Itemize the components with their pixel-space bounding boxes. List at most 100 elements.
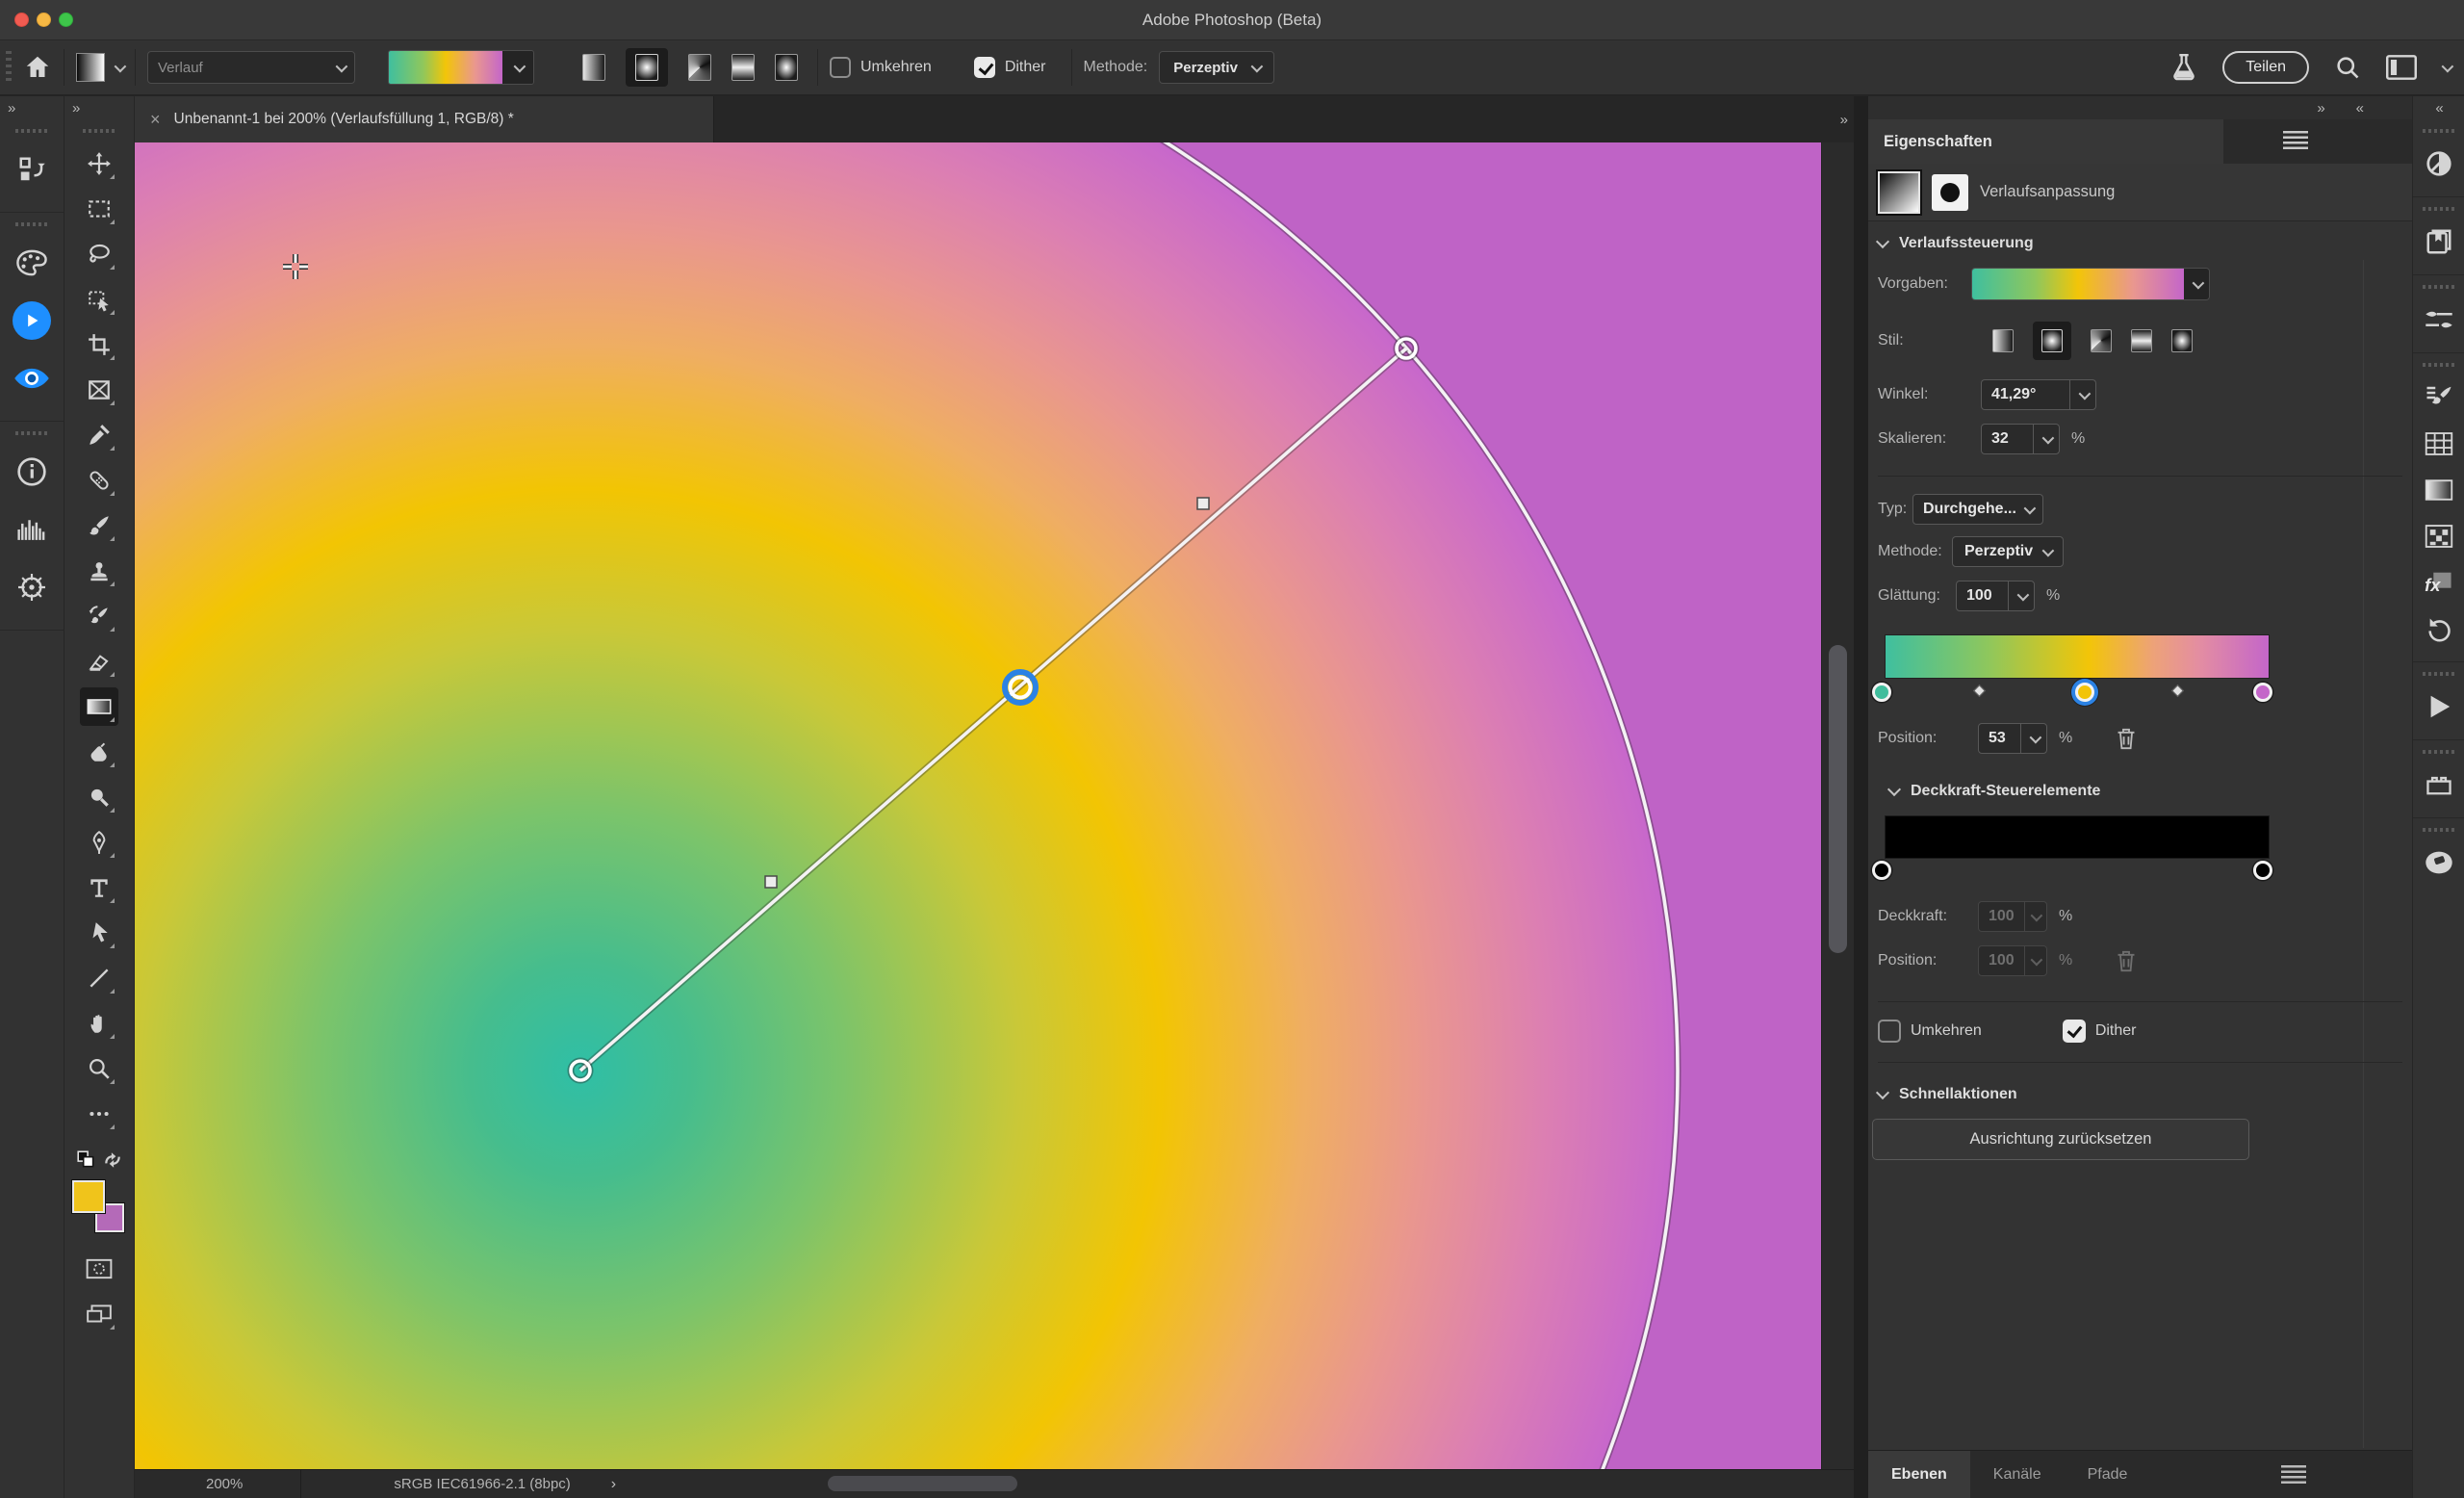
horizontal-scrollbar-thumb[interactable] xyxy=(828,1476,1017,1491)
dither-checkbox[interactable] xyxy=(974,57,995,78)
opacity-editor-bar[interactable] xyxy=(1885,815,2270,859)
type-dropdown[interactable]: Durchgehe... xyxy=(1912,494,2043,525)
swap-colors-icon[interactable] xyxy=(76,1149,122,1171)
canvas-area[interactable] xyxy=(135,142,1854,1469)
close-window-button[interactable] xyxy=(14,13,29,27)
brush-tool[interactable] xyxy=(80,506,118,545)
gradient-tool-selected[interactable] xyxy=(80,687,118,726)
workspace-switcher-icon[interactable] xyxy=(2386,55,2417,80)
panel-grip[interactable] xyxy=(2423,129,2455,133)
status-options-chevron[interactable]: › xyxy=(611,1476,616,1493)
panel-grip[interactable] xyxy=(2423,285,2455,289)
opacity-stop-left[interactable] xyxy=(1872,861,1891,880)
layer-styles-fx-icon[interactable]: fx xyxy=(2420,563,2458,602)
color-stop-yellow-selected[interactable] xyxy=(2075,683,2094,702)
history-brush-tool[interactable] xyxy=(80,597,118,635)
delete-stop-icon[interactable] xyxy=(2117,728,2136,750)
brushes-icon[interactable] xyxy=(2420,378,2458,417)
stop-position-field[interactable]: 53 xyxy=(1978,723,2047,754)
reflected-gradient-button[interactable] xyxy=(732,54,755,81)
smoothness-field[interactable]: 100 xyxy=(1956,581,2035,611)
style-angle-button[interactable] xyxy=(2091,329,2112,352)
gradient-midpoint-handle[interactable] xyxy=(1197,498,1209,509)
swatches-grid-icon[interactable] xyxy=(2420,425,2458,463)
right-strip-expand[interactable]: « xyxy=(2413,96,2464,119)
section-opacity-controls[interactable]: Deckkraft-Steuerelemente xyxy=(1868,783,2412,800)
left-strip-expand[interactable]: » xyxy=(0,96,64,119)
panel-method-dropdown[interactable]: Perzeptiv xyxy=(1952,536,2064,567)
angle-gradient-button[interactable] xyxy=(688,54,711,81)
panel-grip[interactable] xyxy=(15,222,48,226)
type-tool[interactable] xyxy=(80,868,118,907)
options-bar-grip[interactable] xyxy=(6,51,12,84)
object-selection-tool[interactable] xyxy=(80,280,118,319)
gradient-midpoint-handle[interactable] xyxy=(765,876,777,888)
gradient-preview-dropdown[interactable] xyxy=(388,50,534,85)
marquee-tool[interactable] xyxy=(80,190,118,228)
close-tab-icon[interactable]: × xyxy=(150,110,161,130)
version-history-icon[interactable] xyxy=(10,147,54,192)
tab-overflow-chevrons[interactable]: » xyxy=(1840,96,1846,142)
panel-grip[interactable] xyxy=(2423,207,2455,211)
chevron-down-icon[interactable] xyxy=(2442,60,2454,72)
eyedropper-tool[interactable] xyxy=(80,416,118,454)
gradient-editor-bar[interactable] xyxy=(1885,634,2270,679)
style-linear-button[interactable] xyxy=(1992,329,2014,352)
midpoint-diamond[interactable] xyxy=(2171,684,2184,697)
history-panel-icon[interactable] xyxy=(2420,609,2458,648)
layers-panel-menu-icon[interactable] xyxy=(2281,1465,2306,1485)
dock-collapse-chevrons[interactable]: » xyxy=(2317,100,2323,116)
reverse-checkbox[interactable] xyxy=(830,57,851,78)
frame-tool[interactable] xyxy=(80,371,118,409)
panel-reverse-checkbox[interactable] xyxy=(1878,1020,1901,1043)
home-icon[interactable] xyxy=(23,53,52,82)
dodge-tool[interactable] xyxy=(80,778,118,816)
color-stop-teal[interactable] xyxy=(1872,683,1891,702)
libraries-icon[interactable] xyxy=(2420,222,2458,261)
delete-opacity-stop-icon-disabled[interactable] xyxy=(2117,950,2136,972)
foreground-color-swatch[interactable] xyxy=(72,1180,105,1213)
gradient-presets-dropdown[interactable] xyxy=(1971,268,2210,300)
minimize-window-button[interactable] xyxy=(37,13,51,27)
dither-option[interactable]: Dither xyxy=(974,57,1046,78)
edit-toolbar-ellipsis[interactable] xyxy=(80,1095,118,1133)
brush-settings-icon[interactable] xyxy=(2420,300,2458,339)
layer-mask-thumbnail[interactable] xyxy=(1932,174,1968,211)
style-reflected-button[interactable] xyxy=(2131,329,2152,352)
clone-source-icon[interactable] xyxy=(2420,843,2458,882)
smudge-tool[interactable] xyxy=(80,733,118,771)
midpoint-diamond[interactable] xyxy=(1973,684,1986,697)
screen-mode-icon[interactable] xyxy=(80,1295,118,1333)
share-button[interactable]: Teilen xyxy=(2222,51,2309,84)
panel-grip[interactable] xyxy=(2423,828,2455,832)
beta-flask-icon[interactable] xyxy=(2170,52,2197,83)
toolbar-collapse[interactable]: » xyxy=(64,96,134,119)
opacity-field-disabled[interactable]: 100 xyxy=(1978,901,2047,932)
diamond-gradient-button[interactable] xyxy=(775,54,798,81)
reset-alignment-button[interactable]: Ausrichtung zurücksetzen xyxy=(1872,1119,2249,1160)
panel-dither-checkbox[interactable] xyxy=(2063,1020,2086,1043)
panel-grip[interactable] xyxy=(15,129,48,133)
gradient-radius-circle[interactable] xyxy=(135,142,1678,1469)
tab-kanaele[interactable]: Kanäle xyxy=(1970,1451,2065,1498)
line-tool[interactable] xyxy=(80,959,118,997)
navigator-wheel-icon[interactable] xyxy=(10,565,54,609)
path-selection-tool[interactable] xyxy=(80,914,118,952)
angle-field[interactable]: 41,29° xyxy=(1981,379,2096,410)
zoom-level-field[interactable]: 200% xyxy=(206,1476,243,1492)
gradient-picker-dropdown[interactable]: Verlauf xyxy=(147,51,355,84)
vertical-scrollbar[interactable] xyxy=(1821,142,1854,1469)
actions-play-icon[interactable] xyxy=(2420,687,2458,726)
tab-ebenen[interactable]: Ebenen xyxy=(1868,1451,1970,1498)
style-radial-button-selected[interactable] xyxy=(2033,322,2071,360)
tab-eigenschaften[interactable]: Eigenschaften xyxy=(1868,119,2223,164)
color-stop-purple[interactable] xyxy=(2253,683,2272,702)
color-palette-icon[interactable] xyxy=(10,241,54,285)
gradients-panel-icon[interactable] xyxy=(2420,471,2458,509)
gradient-fill-thumbnail[interactable] xyxy=(1878,171,1920,214)
eraser-tool[interactable] xyxy=(80,642,118,681)
opacity-stop-right[interactable] xyxy=(2253,861,2272,880)
document-tab[interactable]: × Unbenannt-1 bei 200% (Verlaufsfüllung … xyxy=(135,96,714,142)
scale-field[interactable]: 32 xyxy=(1981,424,2060,454)
healing-brush-tool[interactable] xyxy=(80,461,118,500)
